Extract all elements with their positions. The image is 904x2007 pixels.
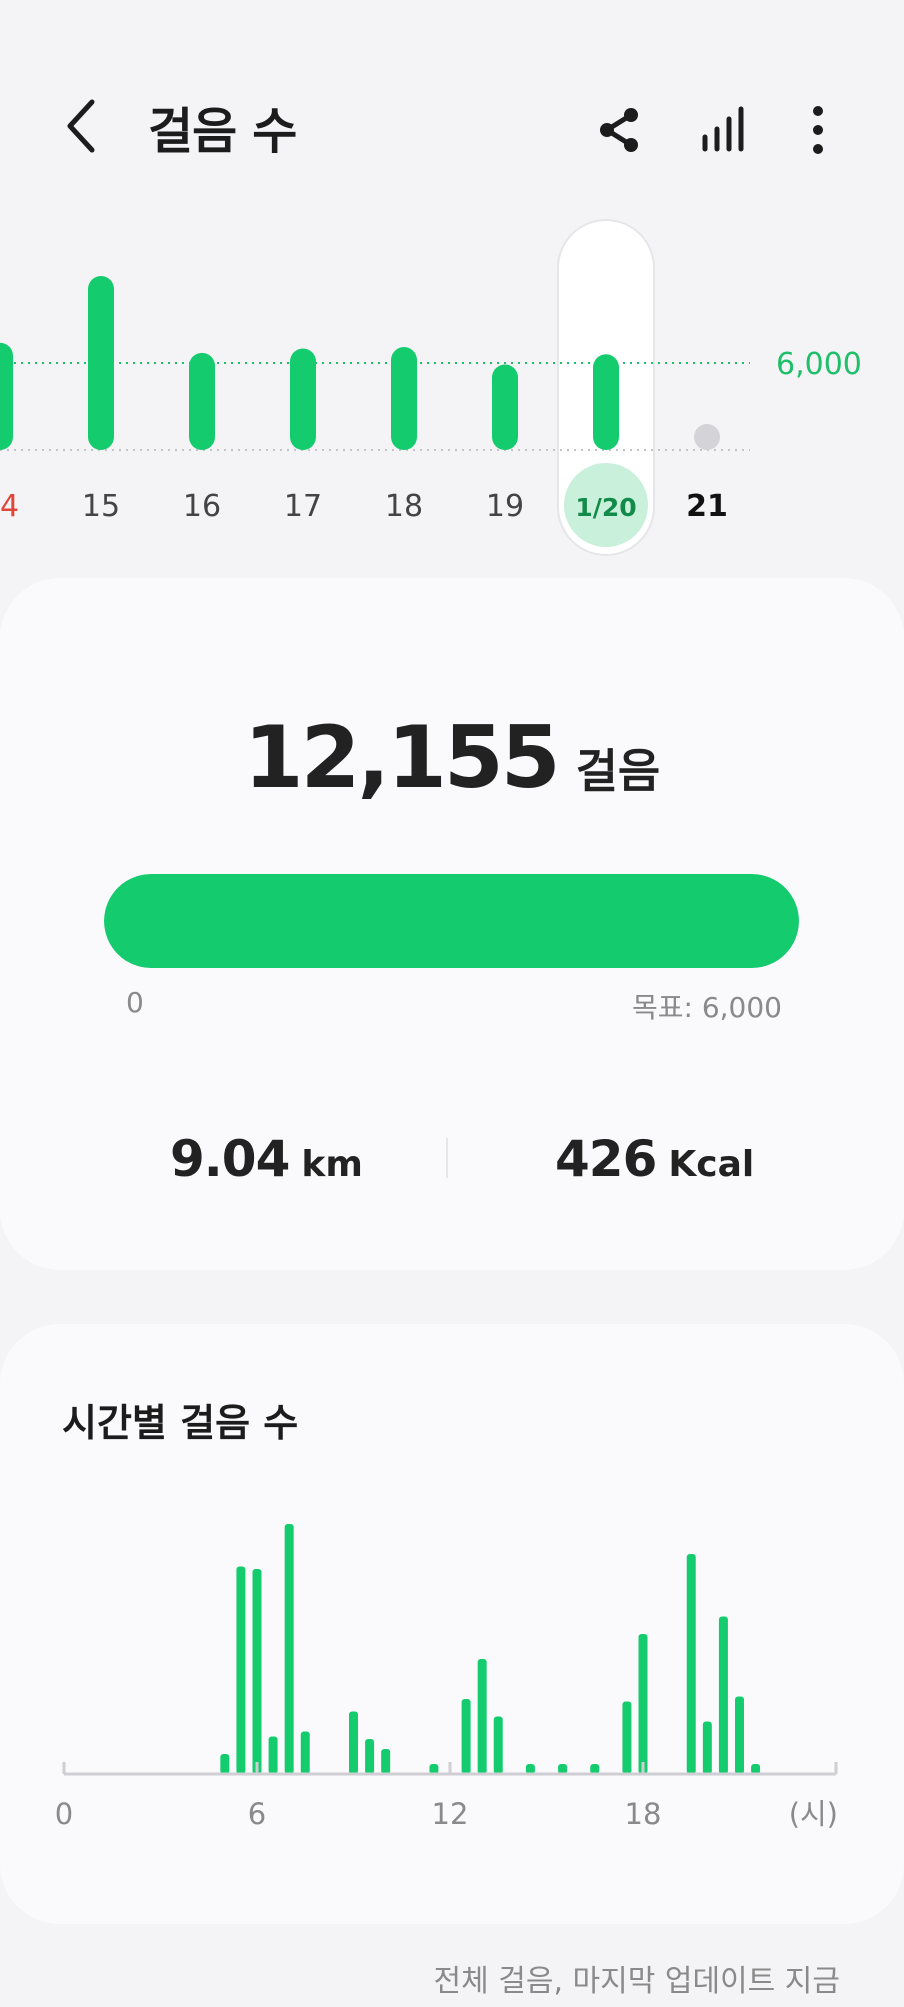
day-label[interactable]: 16 (183, 489, 221, 524)
day-label[interactable]: 1/20 (575, 493, 636, 522)
back-button[interactable] (56, 96, 106, 156)
hour-bar (268, 1736, 278, 1774)
hour-bar (236, 1566, 246, 1774)
hourly-title: 시간별 걸음 수 (62, 1401, 299, 1445)
share-icon (600, 108, 638, 152)
hour-bar (220, 1754, 230, 1774)
app-header: 걸음 수 (0, 0, 904, 200)
share-button[interactable] (590, 100, 650, 160)
day-bar[interactable] (391, 347, 417, 450)
progress-min-label: 0 (126, 986, 144, 1019)
steps-summary-card: 12,155 걸음 0 목표: 6,000 9.04 km 426 Kcal (0, 578, 904, 1270)
page-title: 걸음 수 (148, 103, 297, 160)
x-tick-label: 12 (432, 1797, 469, 1831)
more-options-button[interactable] (788, 100, 848, 160)
hour-bar (349, 1711, 358, 1774)
hour-bar (381, 1749, 391, 1774)
hour-bar (477, 1659, 487, 1774)
calories-unit: Kcal (668, 1144, 755, 1185)
distance-value: 9.04 (170, 1130, 290, 1188)
hour-bar (252, 1569, 262, 1774)
x-tick-label: 6 (248, 1797, 266, 1831)
hour-bar (493, 1716, 503, 1774)
day-bar[interactable] (593, 354, 619, 450)
calories-stat: 426 Kcal (555, 1130, 754, 1188)
hour-bar (638, 1634, 648, 1774)
stat-divider (446, 1138, 448, 1178)
hour-bar (735, 1696, 744, 1774)
day-label[interactable]: 15 (82, 489, 120, 524)
hourly-steps-chart: 0 6 12 18 (시) (55, 1524, 838, 1831)
day-bar-empty (694, 424, 720, 450)
day-label[interactable]: 21 (686, 489, 728, 524)
day-label[interactable]: 14 (0, 489, 19, 524)
goal-progress-bar (104, 874, 799, 968)
chevron-left-icon (67, 99, 95, 153)
day-label[interactable]: 19 (486, 489, 524, 524)
hour-bar (718, 1616, 728, 1774)
goal-progress-fill (104, 874, 799, 968)
hour-bar (461, 1699, 471, 1774)
update-note: 전체 걸음, 마지막 업데이트 지금 (433, 1964, 840, 1999)
steps-unit: 걸음 (575, 744, 661, 798)
x-unit-label: (시) (789, 1797, 838, 1831)
x-tick-label: 18 (625, 1797, 662, 1831)
hour-bar (686, 1554, 696, 1774)
distance-stat: 9.04 km (170, 1130, 363, 1188)
progress-goal-label: 목표: 6,000 (631, 991, 782, 1024)
weekly-steps-chart[interactable]: 6,000 14 15 16 17 18 19 1/20 21 (0, 200, 904, 570)
day-bar[interactable] (492, 364, 518, 450)
day-label[interactable]: 18 (385, 489, 423, 524)
steps-value: 12,155 (243, 708, 561, 808)
hour-bar (300, 1731, 310, 1774)
day-label[interactable]: 17 (284, 489, 322, 524)
goal-line-label: 6,000 (776, 347, 862, 382)
hour-bar (284, 1524, 294, 1774)
stats-button[interactable] (694, 100, 754, 160)
day-bar[interactable] (290, 348, 316, 451)
bar-chart-icon (702, 106, 744, 152)
day-bar[interactable] (189, 352, 215, 450)
steps-total: 12,155 걸음 (0, 708, 904, 808)
hour-bar (622, 1701, 632, 1774)
day-bar[interactable] (88, 276, 114, 450)
distance-unit: km (301, 1144, 363, 1185)
calories-value: 426 (555, 1130, 657, 1188)
hour-bar (702, 1721, 712, 1774)
more-vertical-icon (813, 106, 823, 154)
x-tick-label: 0 (55, 1797, 73, 1831)
hourly-steps-card: 시간별 걸음 수 0 6 12 18 (시) (0, 1324, 904, 1924)
hour-bar (365, 1739, 375, 1774)
day-bar[interactable] (0, 342, 13, 450)
